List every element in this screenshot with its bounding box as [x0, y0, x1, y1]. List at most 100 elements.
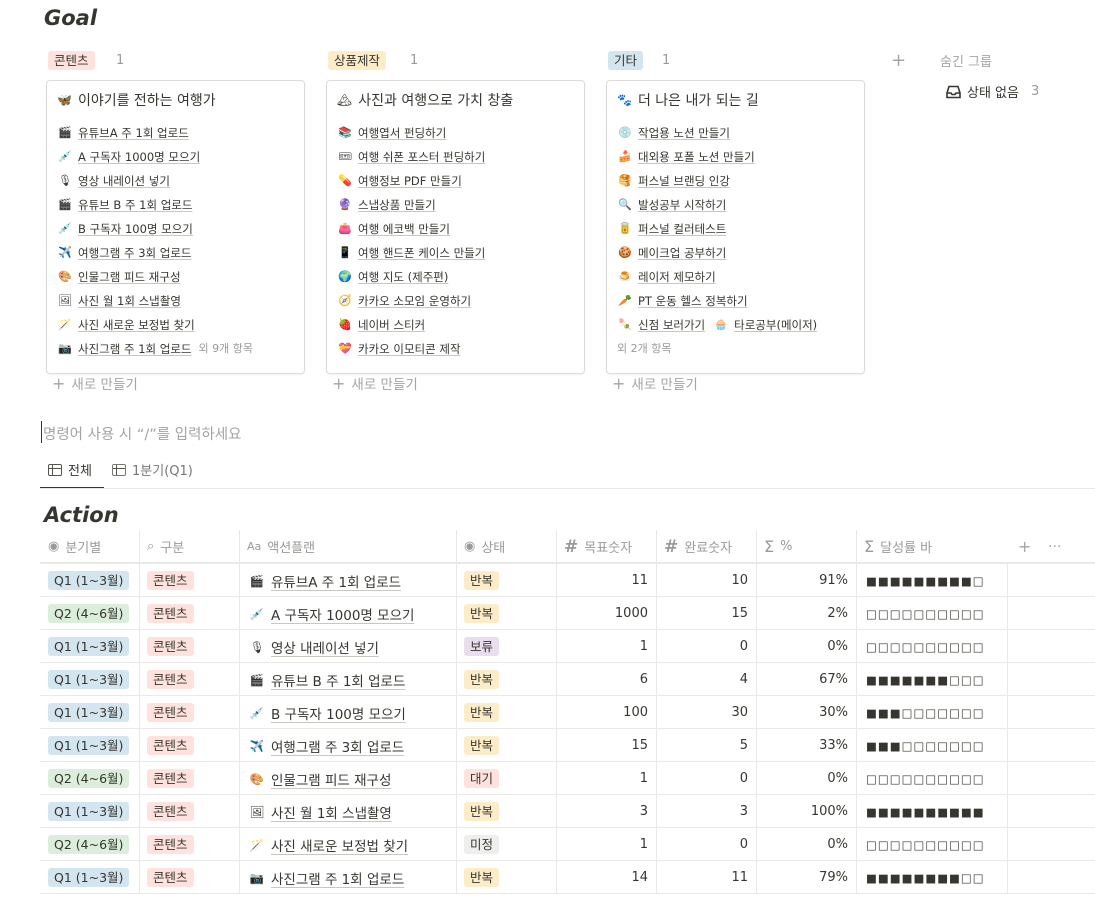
quarter-cell[interactable]: Q2 (4~6월)	[48, 828, 130, 861]
relation-item[interactable]: 👛 여행 에코백 만들기	[337, 217, 574, 241]
status-cell[interactable]: 대기	[464, 762, 500, 795]
add-column-icon[interactable]: +	[1018, 530, 1031, 563]
target-cell[interactable]: 6	[556, 663, 648, 696]
column-header-plan[interactable]: Aa 액션플랜	[247, 530, 456, 563]
pct-cell[interactable]: 2%	[756, 597, 848, 630]
status-cell[interactable]: 반복	[464, 696, 500, 729]
plan-cell[interactable]: 🎬 유튜브A 주 1회 업로드	[249, 564, 401, 597]
progress-bar-cell[interactable]: ■■■■■■■■□□	[866, 861, 985, 894]
relation-item[interactable]: 📱 여행 핸드폰 케이스 만들기	[337, 241, 574, 265]
plan-title[interactable]: 여행그램 주 3회 업로드	[271, 736, 404, 756]
column-header-progress_bar[interactable]: Σ 달성률 바	[864, 530, 1007, 563]
new-card-button[interactable]: + 새로 만들기	[612, 373, 698, 394]
table-row[interactable]: Q1 (1~3월) 콘텐츠 💉 B 구독자 100명 모으기 반복 100 30 30% ■■■…	[40, 696, 1095, 729]
done-cell[interactable]: 0	[656, 630, 748, 663]
category-cell[interactable]: 콘텐츠	[147, 630, 194, 663]
target-cell[interactable]: 1	[556, 630, 648, 663]
table-row[interactable]: Q2 (4~6월) 콘텐츠 🎨 인물그램 피드 재구성 대기 1 0 0% □□□□□□□□□□	[40, 762, 1095, 795]
category-cell[interactable]: 콘텐츠	[147, 696, 194, 729]
plan-cell[interactable]: 💉 B 구독자 100명 모으기	[249, 696, 406, 729]
item-link-text[interactable]: 여행엽서 펀딩하기	[358, 121, 446, 145]
item-link-text[interactable]: 신점 보러가기	[638, 313, 705, 337]
goal-card[interactable]: 🐾 더 나은 내가 되는 길 💿 작업용 노션 만들기 🍰 대외용 포폴 노션 만들기 🥞 퍼…	[606, 80, 865, 374]
new-card-button[interactable]: + 새로 만들기	[52, 373, 138, 394]
item-link-text[interactable]: 여행 쉬폰 포스터 펀딩하기	[358, 145, 485, 169]
target-cell[interactable]: 1	[556, 828, 648, 861]
target-cell[interactable]: 3	[556, 795, 648, 828]
item-link-text[interactable]: 퍼스널 컬러테스트	[638, 217, 726, 241]
column-header-done[interactable]: # 완료숫자	[664, 530, 756, 563]
item-link-text[interactable]: 카카오 이모티콘 제작	[358, 337, 461, 361]
new-card-button[interactable]: + 새로 만들기	[332, 373, 418, 394]
relation-item[interactable]: 🎨 인물그램 피드 재구성	[57, 265, 294, 289]
goal-card[interactable]: 🏔 사진과 여행으로 가치 창출 📚 여행엽서 펀딩하기 🎟 여행 쉬폰 포스터 펀딩하기…	[326, 80, 585, 374]
plan-title[interactable]: 사진그램 주 1회 업로드	[271, 868, 404, 888]
pct-cell[interactable]: 33%	[756, 729, 848, 762]
item-link-text[interactable]: 영상 내레이션 넣기	[78, 169, 170, 193]
status-cell[interactable]: 보류	[464, 630, 500, 663]
relation-item[interactable]: 🔮 스냅상품 만들기	[337, 193, 574, 217]
relation-item[interactable]: 🧭 카카오 소모임 운영하기	[337, 289, 574, 313]
quarter-cell[interactable]: Q2 (4~6월)	[48, 597, 130, 630]
progress-bar-cell[interactable]: ■■■■■■■□□□	[866, 663, 985, 696]
item-link-text[interactable]: 유튜브 B 주 1회 업로드	[78, 193, 192, 217]
category-cell[interactable]: 콘텐츠	[147, 564, 194, 597]
quarter-cell[interactable]: Q1 (1~3월)	[48, 729, 130, 762]
group-tag[interactable]: 상품제작	[328, 51, 387, 70]
column-header-percent[interactable]: Σ%	[764, 530, 856, 563]
item-link-text[interactable]: 메이크업 공부하기	[638, 241, 726, 265]
relation-item[interactable]: 💉 B 구독자 100명 모으기	[57, 217, 294, 241]
table-row[interactable]: Q1 (1~3월) 콘텐츠 🎬 유튜브 B 주 1회 업로드 반복 6 4 67% ■■■■■■…	[40, 663, 1095, 696]
progress-bar-cell[interactable]: ■■■□□□□□□□	[866, 696, 985, 729]
item-link-text[interactable]: 여행그램 주 3회 업로드	[78, 241, 192, 265]
plan-cell[interactable]: 💉 A 구독자 1000명 모으기	[249, 597, 415, 630]
relation-item[interactable]: 🥞 퍼스널 브랜딩 인강	[617, 169, 854, 193]
progress-bar-cell[interactable]: □□□□□□□□□□	[866, 630, 985, 663]
relation-item[interactable]: 🎙 영상 내레이션 넣기	[57, 169, 294, 193]
item-link-text[interactable]: 레이저 제모하기	[638, 265, 716, 289]
more-items-count[interactable]: 외 2개 항목	[617, 337, 854, 361]
item-link-text[interactable]: 여행 에코백 만들기	[358, 217, 450, 241]
progress-bar-cell[interactable]: ■■■■■■■■■□	[866, 564, 985, 597]
relation-item[interactable]: 🍮 레이저 제모하기	[617, 265, 854, 289]
item-link-text[interactable]: 사진그램 주 1회 업로드	[78, 337, 192, 361]
quarter-cell[interactable]: Q1 (1~3월)	[48, 696, 130, 729]
target-cell[interactable]: 1	[556, 762, 648, 795]
category-cell[interactable]: 콘텐츠	[147, 795, 194, 828]
plan-title[interactable]: B 구독자 100명 모으기	[271, 703, 406, 723]
status-cell[interactable]: 반복	[464, 564, 500, 597]
pct-cell[interactable]: 0%	[756, 828, 848, 861]
relation-item[interactable]: 💉 A 구독자 1000명 모으기	[57, 145, 294, 169]
relation-item[interactable]: 🔍 발성공부 시작하기	[617, 193, 854, 217]
pct-cell[interactable]: 100%	[756, 795, 848, 828]
plan-title[interactable]: 사진 월 1회 스냅촬영	[271, 802, 392, 822]
plan-cell[interactable]: 📷 사진그램 주 1회 업로드	[249, 861, 404, 894]
status-cell[interactable]: 반복	[464, 795, 500, 828]
relation-item[interactable]: 🎬 유튜브A 주 1회 업로드	[57, 121, 294, 145]
table-row[interactable]: Q2 (4~6월) 콘텐츠 🪄 사진 새로운 보정법 찾기 미정 1 0 0% □□□□□□□□…	[40, 828, 1095, 861]
relation-item[interactable]: 🥕 PT 운동 헬스 정복하기	[617, 289, 854, 313]
quarter-cell[interactable]: Q1 (1~3월)	[48, 795, 130, 828]
item-link-text[interactable]: 여행 핸드폰 케이스 만들기	[358, 241, 485, 265]
relation-item[interactable]: 🍪 메이크업 공부하기	[617, 241, 854, 265]
status-cell[interactable]: 반복	[464, 729, 500, 762]
hidden-groups-label[interactable]: 숨긴 그룹	[940, 51, 992, 70]
relation-item[interactable]: ✈️ 여행그램 주 3회 업로드	[57, 241, 294, 265]
target-cell[interactable]: 14	[556, 861, 648, 894]
category-cell[interactable]: 콘텐츠	[147, 828, 194, 861]
done-cell[interactable]: 10	[656, 564, 748, 597]
relation-item[interactable]: 🎬 유튜브 B 주 1회 업로드	[57, 193, 294, 217]
item-link-text[interactable]: 스냅상품 만들기	[358, 193, 436, 217]
progress-bar-cell[interactable]: □□□□□□□□□□	[866, 597, 985, 630]
quarter-cell[interactable]: Q1 (1~3월)	[48, 564, 130, 597]
done-cell[interactable]: 30	[656, 696, 748, 729]
plan-cell[interactable]: ✈️ 여행그램 주 3회 업로드	[249, 729, 404, 762]
item-link-text[interactable]: B 구독자 100명 모으기	[78, 217, 193, 241]
category-cell[interactable]: 콘텐츠	[147, 729, 194, 762]
item-link-text[interactable]: 여행 지도 (제주편)	[358, 265, 448, 289]
plan-title[interactable]: 유튜브 B 주 1회 업로드	[271, 670, 405, 690]
category-cell[interactable]: 콘텐츠	[147, 663, 194, 696]
item-link-text[interactable]: 대외용 포폴 노션 만들기	[638, 145, 755, 169]
group-tag[interactable]: 콘텐츠	[48, 51, 95, 70]
progress-bar-cell[interactable]: □□□□□□□□□□	[866, 762, 985, 795]
